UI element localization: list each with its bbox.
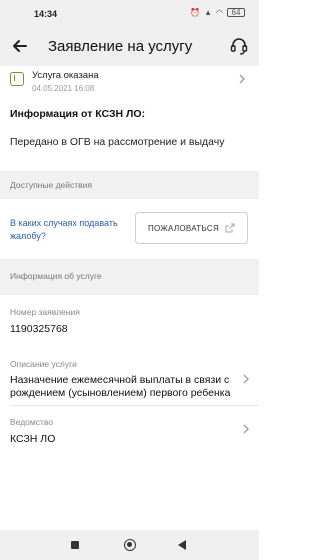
battery-icon: 64: [227, 8, 245, 17]
page-title: Заявление на услугу: [48, 38, 193, 55]
complaint-help-link[interactable]: В каких случаях подавать жалобу?: [10, 217, 120, 243]
chevron-right-icon[interactable]: [241, 424, 251, 434]
flag-icon: [10, 72, 24, 86]
service-description-label: Описание услуги: [10, 359, 77, 369]
application-number-field: Номер заявления 1190325768: [0, 295, 259, 350]
home-icon[interactable]: [124, 539, 136, 551]
department-value: КСЗН ЛО: [10, 433, 56, 445]
recent-apps-icon[interactable]: [71, 541, 79, 549]
status-time: 14:34: [34, 9, 58, 19]
system-navigation-bar: [0, 530, 259, 560]
signal-icon: ▲: [204, 8, 213, 17]
headset-icon[interactable]: [229, 36, 249, 56]
section-title-actions: Доступные действия: [10, 180, 93, 190]
actions-panel: В каких случаях подавать жалобу? ПОЖАЛОВ…: [0, 199, 259, 259]
app-header: Заявление на услугу: [0, 28, 259, 66]
application-number-value: 1190325768: [10, 323, 68, 335]
status-icons: ⏰ ▲ ◠ 64: [190, 8, 245, 17]
status-date: 04.05.2021 16:08: [32, 84, 95, 93]
service-description-field[interactable]: Описание услуги Назначение ежемесячной в…: [0, 350, 259, 406]
status-message: Передано в ОГВ на рассмотрение и выдачу: [10, 136, 225, 148]
arrow-left-icon[interactable]: [10, 36, 30, 56]
external-link-icon: [225, 223, 235, 233]
info-from-heading: Информация от КСЗН ЛО:: [10, 108, 146, 120]
section-header-actions: Доступные действия: [0, 171, 259, 199]
status-message-block: Передано в ОГВ на рассмотрение и выдачу: [0, 132, 259, 171]
status-card[interactable]: Услуга оказана 04.05.2021 16:08 Информац…: [0, 66, 259, 132]
service-description-value: Назначение ежемесячной выплаты в связи с…: [10, 374, 231, 399]
status-title: Услуга оказана: [32, 70, 99, 81]
chevron-right-icon[interactable]: [237, 74, 247, 84]
back-triangle-icon[interactable]: [178, 540, 186, 550]
chevron-right-icon[interactable]: [241, 374, 251, 384]
wifi-icon: ◠: [216, 8, 223, 17]
section-title-service-info: Информация об услуге: [10, 271, 102, 281]
complain-button[interactable]: ПОЖАЛОВАТЬСЯ: [135, 212, 248, 244]
application-number-label: Номер заявления: [10, 307, 80, 317]
department-field[interactable]: Ведомство КСЗН ЛО: [0, 406, 259, 456]
system-status-bar: 14:34 ⏰ ▲ ◠ 64: [0, 0, 259, 28]
alarm-icon: ⏰: [190, 8, 201, 17]
section-header-service-info: Информация об услуге: [0, 259, 259, 295]
complain-button-label: ПОЖАЛОВАТЬСЯ: [147, 223, 220, 233]
department-label: Ведомство: [10, 417, 54, 427]
